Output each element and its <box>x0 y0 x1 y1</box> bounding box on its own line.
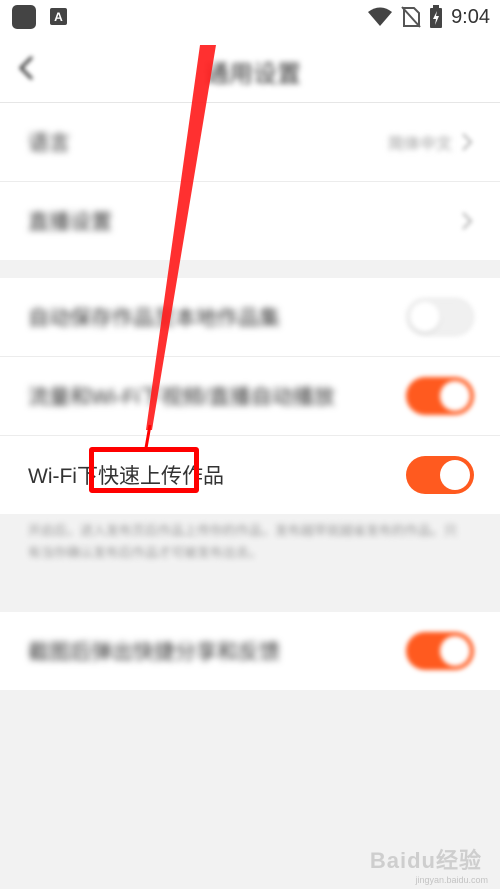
title-bar: 通用设置 <box>0 34 500 103</box>
auto-save-label: 自动保存作品至本地作品集 <box>28 307 280 330</box>
autoplay-row: 流量和Wi-Fi下视频/直播自动播放 <box>0 357 500 436</box>
screenshot-share-label: 截图后弹出快捷分享和反馈 <box>28 641 280 664</box>
autoplay-label: 流量和Wi-Fi下视频/直播自动播放 <box>28 386 335 409</box>
settings-group-media: 自动保存作品至本地作品集 流量和Wi-Fi下视频/直播自动播放 Wi-Fi下快速… <box>0 278 500 514</box>
wifi-icon <box>368 7 393 26</box>
fast-upload-description: 开启后，进入发布页后作品上传你的作品，发布越早就越省发布的作品。只有当你确认发布… <box>28 523 458 560</box>
status-bar: A 9:04 <box>0 0 500 34</box>
battery-charging-icon <box>430 5 443 28</box>
app-icon <box>12 5 36 29</box>
auto-save-row: 自动保存作品至本地作品集 <box>0 278 500 357</box>
baidu-watermark: Baidu经验 <box>369 848 482 873</box>
live-settings-row[interactable]: 直播设置 <box>0 182 500 260</box>
chevron-right-icon <box>462 212 473 230</box>
baidu-watermark-url: jingyan.baidu.com <box>415 875 488 885</box>
auto-save-toggle[interactable] <box>406 298 474 336</box>
back-icon[interactable] <box>14 54 40 82</box>
wifi-fast-upload-row: Wi-Fi下快速上传作品 <box>0 436 500 514</box>
annotation-highlight-box <box>89 447 199 493</box>
clock-time: 9:04 <box>451 5 490 28</box>
language-row[interactable]: 语言 简体中文 <box>0 103 500 182</box>
language-value: 简体中文 <box>387 136 452 153</box>
no-sim-icon <box>401 6 421 28</box>
language-label: 语言 <box>28 132 70 155</box>
wifi-prefix-text: Wi-Fi下 <box>28 465 98 488</box>
screenshot-share-toggle[interactable] <box>406 632 474 670</box>
screenshot-share-row: 截图后弹出快捷分享和反馈 <box>0 612 500 690</box>
settings-group-general: 语言 简体中文 直播设置 <box>0 103 500 260</box>
status-icons: 9:04 <box>367 4 490 30</box>
a-icon: A <box>50 8 67 25</box>
chevron-right-icon <box>462 133 473 151</box>
page-title: 通用设置 <box>205 61 301 88</box>
wifi-fast-upload-toggle[interactable] <box>406 456 474 494</box>
settings-group-share: 截图后弹出快捷分享和反馈 <box>0 612 500 690</box>
live-settings-label: 直播设置 <box>28 211 112 234</box>
autoplay-toggle[interactable] <box>406 377 474 415</box>
